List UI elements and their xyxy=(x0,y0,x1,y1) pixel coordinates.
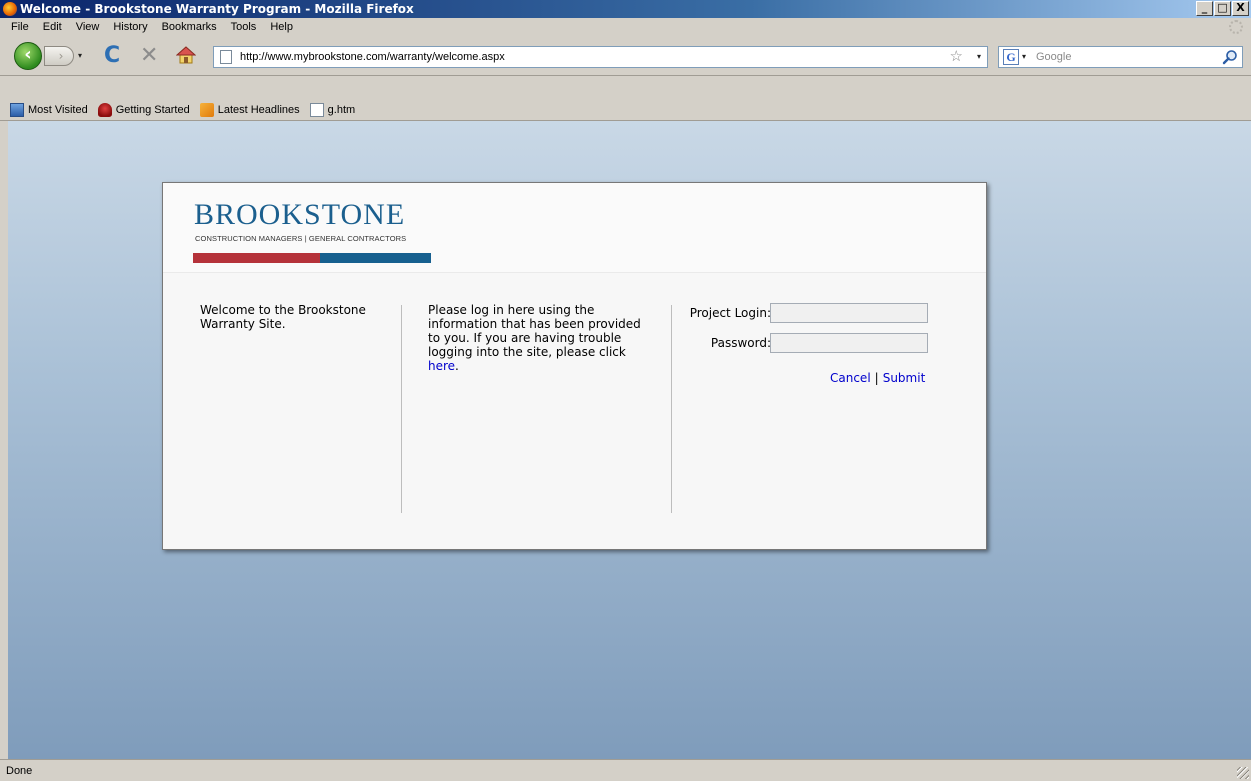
bookmark-label: Latest Headlines xyxy=(217,103,300,116)
menu-view[interactable]: View xyxy=(69,21,107,33)
welcome-column: Welcome to the Brookstone Warranty Site. xyxy=(200,303,400,513)
menu-bar: File Edit View History Bookmarks Tools H… xyxy=(0,18,1251,36)
status-bar: Done xyxy=(0,759,1251,781)
instructions-body: Please log in here using the information… xyxy=(428,303,641,359)
throbber-icon xyxy=(1229,20,1243,34)
brand-bar-blue xyxy=(320,253,431,263)
welcome-text: Welcome to the Brookstone Warranty Site. xyxy=(200,303,366,331)
close-button[interactable]: X xyxy=(1232,1,1249,16)
bookmark-most-visited[interactable]: Most Visited xyxy=(10,102,88,117)
bookmark-label: Most Visited xyxy=(28,103,88,116)
history-dropdown-icon[interactable]: ▾ xyxy=(78,51,82,60)
home-button[interactable] xyxy=(175,45,197,65)
forward-button[interactable]: › xyxy=(44,46,74,66)
home-icon xyxy=(175,46,197,64)
rss-feed-icon xyxy=(199,102,214,117)
bookmark-label: Getting Started xyxy=(115,103,190,116)
bookmark-getting-started[interactable]: Getting Started xyxy=(97,102,190,117)
password-label: Password: xyxy=(710,336,771,350)
search-box[interactable]: G ▾ Google xyxy=(998,46,1243,68)
instructions-column: Please log in here using the information… xyxy=(428,303,653,513)
bookmarks-toolbar: Most Visited Getting Started Latest Head… xyxy=(0,99,1251,121)
project-login-label: Project Login: xyxy=(689,306,771,320)
url-bar[interactable]: http://www.mybrookstone.com/warranty/wel… xyxy=(213,46,988,68)
menu-history[interactable]: History xyxy=(106,21,154,33)
search-engine-dropdown-icon[interactable]: ▾ xyxy=(1022,47,1026,67)
bookmark-star-icon[interactable]: ☆ xyxy=(950,47,963,67)
bookmark-g-htm[interactable]: g.htm xyxy=(309,102,356,117)
google-icon[interactable]: G xyxy=(1003,49,1019,65)
most-visited-icon xyxy=(10,102,24,117)
back-button[interactable]: ‹ xyxy=(14,42,42,70)
window-title: Welcome - Brookstone Warranty Program - … xyxy=(20,2,414,16)
bookmark-latest-headlines[interactable]: Latest Headlines xyxy=(199,102,300,117)
login-form: Project Login: Password: Cancel | Submit xyxy=(680,303,960,513)
action-separator: | xyxy=(874,371,879,385)
window-title-bar: Welcome - Brookstone Warranty Program - … xyxy=(0,0,1251,18)
instructions-text: Please log in here using the information… xyxy=(428,303,653,373)
maximize-button[interactable]: □ xyxy=(1214,1,1231,16)
password-input[interactable] xyxy=(770,333,928,353)
url-dropdown-icon[interactable]: ▾ xyxy=(977,47,981,67)
getting-started-icon xyxy=(97,102,112,117)
form-actions: Cancel | Submit xyxy=(830,371,925,385)
card-header: BROOKSTONE CONSTRUCTION MANAGERS | GENER… xyxy=(163,183,986,273)
menu-tools[interactable]: Tools xyxy=(224,21,264,33)
password-row: Password: xyxy=(680,333,960,354)
navigation-toolbar: ‹ › ▾ C ✕ http://www.mybrookstone.com/wa… xyxy=(0,36,1251,76)
status-text: Done xyxy=(6,765,33,777)
cancel-link[interactable]: Cancel xyxy=(830,371,871,385)
menu-help[interactable]: Help xyxy=(263,21,300,33)
menu-bookmarks[interactable]: Bookmarks xyxy=(155,21,224,33)
brand-logo-wordmark: BROOKSTONE xyxy=(194,198,406,231)
menu-edit[interactable]: Edit xyxy=(36,21,69,33)
login-card: BROOKSTONE CONSTRUCTION MANAGERS | GENER… xyxy=(162,182,987,550)
submit-link[interactable]: Submit xyxy=(883,371,926,385)
column-divider xyxy=(401,305,402,513)
reload-button[interactable]: C xyxy=(104,45,120,67)
stop-button[interactable]: ✕ xyxy=(140,45,158,67)
bookmark-label: g.htm xyxy=(327,103,356,116)
menu-file[interactable]: File xyxy=(4,21,36,33)
url-text: http://www.mybrookstone.com/warranty/wel… xyxy=(240,51,505,63)
brand-logo-tagline: CONSTRUCTION MANAGERS | GENERAL CONTRACT… xyxy=(195,234,407,243)
minimize-button[interactable]: _ xyxy=(1196,1,1213,16)
project-login-row: Project Login: xyxy=(680,303,960,324)
project-login-input[interactable] xyxy=(770,303,928,323)
page-icon xyxy=(220,50,232,64)
page-icon xyxy=(309,102,324,117)
search-icon[interactable] xyxy=(1222,49,1238,65)
resize-grip-icon[interactable] xyxy=(1237,767,1249,779)
brand-bar-red xyxy=(193,253,320,263)
brand-logo-bar xyxy=(193,253,431,263)
window-controls: _ □ X xyxy=(1195,1,1249,16)
firefox-icon xyxy=(3,2,17,16)
search-placeholder: Google xyxy=(1036,51,1072,63)
page-content: BROOKSTONE CONSTRUCTION MANAGERS | GENER… xyxy=(8,121,1251,759)
column-divider xyxy=(671,305,672,513)
help-link[interactable]: here xyxy=(428,359,455,373)
instructions-suffix: . xyxy=(455,359,459,373)
